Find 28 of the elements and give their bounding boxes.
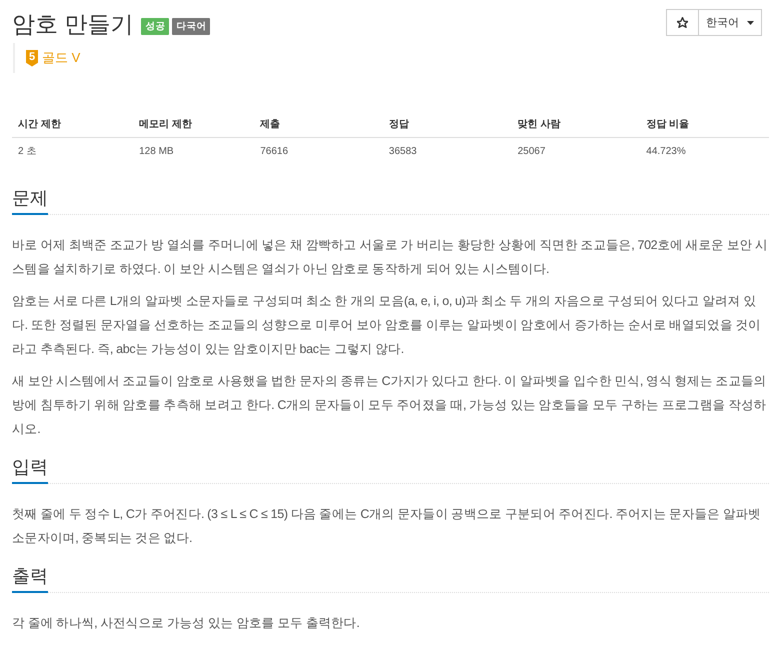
table-cell: 44.723% xyxy=(640,138,769,164)
table-cell: 76616 xyxy=(254,138,383,164)
section-paragraph: 바로 어제 최백준 조교가 방 열쇠를 주머니에 넣은 채 깜빡하고 서울로 가 버리는 황당한 상황에 직면한 조교들은, 702호에 새로운 보안 시스템을 설치하기로 하였다. 이 보안 시스템은 열쇠가 아닌 암호로 동작하게 되어 있는 시스템이다. xyxy=(12,237,769,278)
table-header-cell: 시간 제한 xyxy=(12,111,134,138)
table-header-cell: 맞힌 사람 xyxy=(512,111,640,138)
star-icon xyxy=(677,17,688,28)
caret-icon xyxy=(747,20,754,24)
section-title: 입력 xyxy=(12,455,48,484)
status-badge: 다국어 xyxy=(172,18,210,35)
section-paragraph: 첫째 줄에 두 정수 L, C가 주어진다. (3 ≤ L ≤ C ≤ 15) 다음 줄에는 C개의 문자들이 공백으로 구분되어 주어진다. 주어지는 문자들은 알파벳 소문자이며, 중복되는 것은 없다. xyxy=(12,506,762,547)
table-header-cell: 정답 xyxy=(382,111,512,138)
status-badge: 성공 xyxy=(141,18,170,35)
section-paragraph: 각 줄에 하나씩, 사전식으로 가능성 있는 암호를 모두 출력한다. xyxy=(12,615,360,632)
section-title: 출력 xyxy=(12,564,48,593)
table-header-cell: 정답 비율 xyxy=(640,111,769,138)
section-title: 문제 xyxy=(12,186,48,215)
table-cell: 36583 xyxy=(382,138,512,164)
table-cell: 128 MB xyxy=(133,138,254,164)
problem-title: 암호 만들기 xyxy=(12,10,134,39)
section-paragraph: 새 보안 시스템에서 조교들이 암호로 사용했을 법한 문자의 종류는 C가지가 있다고 한다. 이 알파벳을 입수한 민식, 영식 형제는 조교들의 방에 침투하기 위해 암호를 추측해 보려고 한다. C개의 문자들이 모두 주어졌을 때, 가능성 있는 암호들을 모두 구하는 프로그램을 작성하시오. xyxy=(12,373,768,438)
favorite-button[interactable] xyxy=(666,9,699,36)
table-header-cell: 메모리 제한 xyxy=(133,111,254,138)
tier-badge: 5 xyxy=(26,50,38,66)
table-cell: 2 초 xyxy=(12,138,134,164)
section-paragraph: 암호는 서로 다른 L개의 알파벳 소문자들로 구성되며 최소 한 개의 모음(a, e, i, o, u)과 최소 두 개의 자음으로 구성되어 있다고 알려져 있다. 또한 정렬된 문자열을 선호하는 조교들의 성향으로 미루어 보아 암호를 이루는 알파벳이 암호에서 증가하는 순서로 배열되었을 것이라고 추측된다. 즉, abc는 가능성이 있는 암호이지만 bac는 그렇지 않다. xyxy=(12,293,762,358)
table-cell: 25067 xyxy=(512,138,640,164)
table-header-cell: 제출 xyxy=(254,111,383,138)
language-dropdown[interactable]: 한국어 xyxy=(698,9,762,36)
